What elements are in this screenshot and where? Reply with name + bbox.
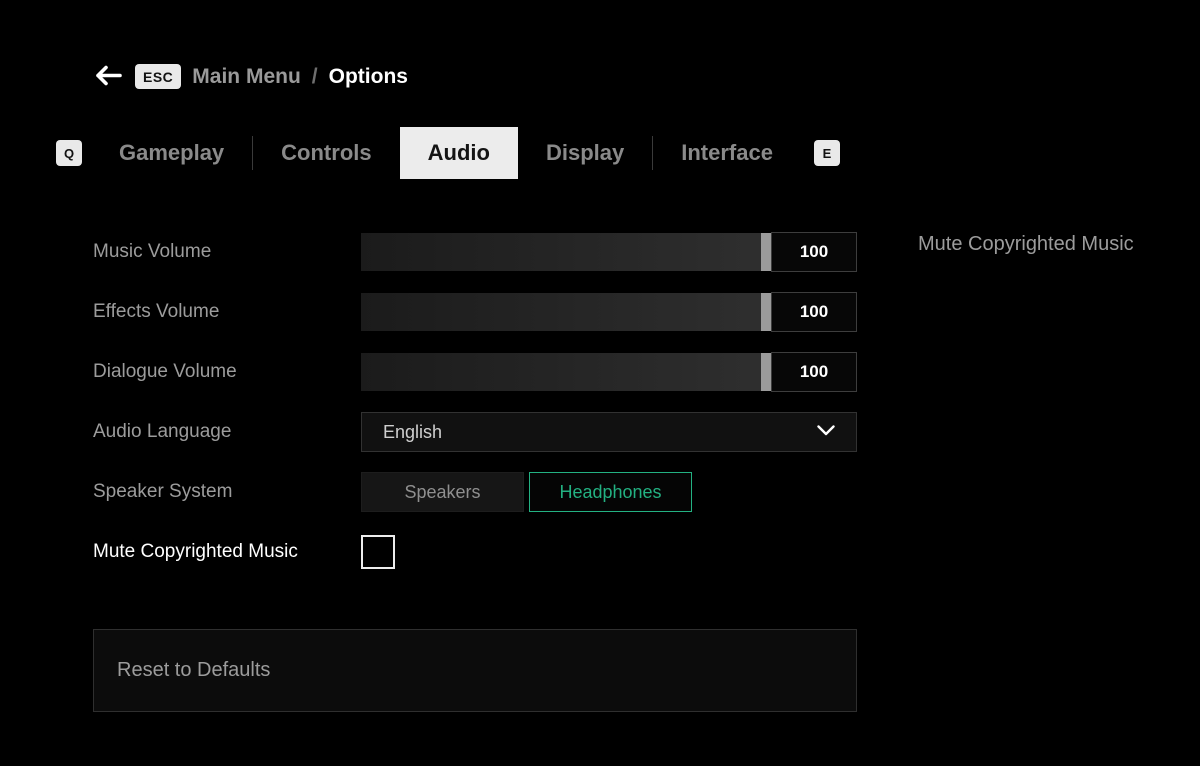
music-volume-row: Music Volume 100: [93, 232, 857, 272]
headphones-option-button[interactable]: Headphones: [529, 472, 692, 512]
back-button[interactable]: ESC: [95, 64, 181, 89]
music-volume-slider[interactable]: [361, 233, 771, 271]
next-tab-key-badge: E: [814, 140, 840, 166]
dialogue-volume-value: 100: [771, 352, 857, 392]
effects-volume-slider-handle[interactable]: [761, 293, 771, 331]
effects-volume-row: Effects Volume 100: [93, 292, 857, 332]
audio-options-screen: ESC Main Menu / Options Q Gameplay Contr…: [0, 0, 1200, 766]
tab-gameplay[interactable]: Gameplay: [91, 127, 252, 179]
music-volume-slider-handle[interactable]: [761, 233, 771, 271]
mute-copyrighted-music-label: Mute Copyrighted Music: [93, 541, 361, 563]
reset-to-defaults-button[interactable]: Reset to Defaults: [93, 629, 857, 712]
mute-copyrighted-music-row: Mute Copyrighted Music: [93, 532, 857, 572]
audio-language-row: Audio Language English: [93, 412, 857, 452]
tab-audio[interactable]: Audio: [400, 127, 518, 179]
dialogue-volume-slider[interactable]: [361, 353, 771, 391]
speaker-system-row: Speaker System Speakers Headphones: [93, 472, 857, 512]
chevron-down-icon: [817, 423, 835, 441]
dialogue-volume-slider-handle[interactable]: [761, 353, 771, 391]
tooltip-title: Mute Copyrighted Music: [918, 233, 1134, 256]
dialogue-volume-row: Dialogue Volume 100: [93, 352, 857, 392]
speaker-system-label: Speaker System: [93, 481, 361, 503]
prev-tab-key-badge: Q: [56, 140, 82, 166]
esc-key-badge: ESC: [135, 64, 181, 89]
tab-controls[interactable]: Controls: [253, 127, 399, 179]
breadcrumb-separator: /: [312, 65, 318, 89]
audio-language-value: English: [383, 422, 442, 443]
tab-bar: Q Gameplay Controls Audio Display Interf…: [56, 127, 840, 179]
breadcrumb: ESC Main Menu / Options: [95, 64, 408, 89]
effects-volume-slider[interactable]: [361, 293, 771, 331]
effects-volume-label: Effects Volume: [93, 301, 361, 323]
back-arrow-icon: [95, 65, 122, 89]
tab-interface[interactable]: Interface: [653, 127, 801, 179]
speakers-option-button[interactable]: Speakers: [361, 472, 524, 512]
effects-volume-value: 100: [771, 292, 857, 332]
page-title: Options: [329, 65, 408, 89]
music-volume-value: 100: [771, 232, 857, 272]
dialogue-volume-label: Dialogue Volume: [93, 361, 361, 383]
audio-language-label: Audio Language: [93, 421, 361, 443]
music-volume-label: Music Volume: [93, 241, 361, 263]
tab-display[interactable]: Display: [518, 127, 652, 179]
settings-panel: Music Volume 100 Effects Volume 100 Dial…: [93, 232, 857, 592]
mute-copyrighted-music-checkbox[interactable]: [361, 535, 395, 569]
breadcrumb-root: Main Menu: [192, 65, 301, 89]
audio-language-select[interactable]: English: [361, 412, 857, 452]
